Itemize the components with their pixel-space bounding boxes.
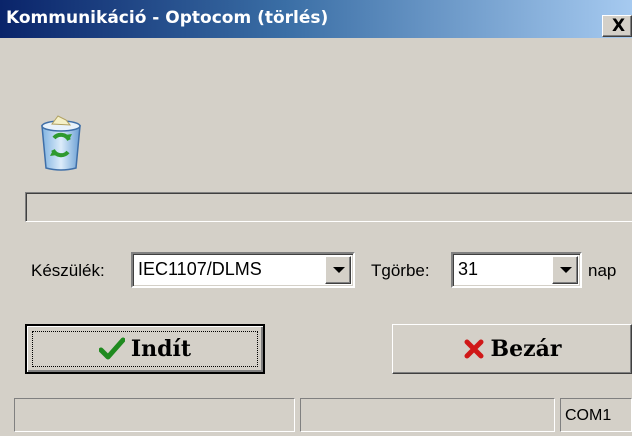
status-panel-port: COM1 [560,398,632,432]
window-title: Kommunikáció - Optocom (törlés) [6,8,329,28]
chevron-down-icon [333,267,345,273]
port-status: COM1 [565,407,612,424]
communication-dialog: Kommunikáció - Optocom (törlés) X Készül… [0,0,632,436]
start-button[interactable]: Indít [25,324,265,374]
progress-bar [25,192,632,222]
title-bar[interactable]: Kommunikáció - Optocom (törlés) X [0,0,632,38]
status-panel-1 [14,398,295,432]
device-select-value: IEC1107/DLMS [138,259,262,279]
start-button-label: Indít [130,336,192,362]
days-unit-label: nap [588,261,617,280]
device-select[interactable]: IEC1107/DLMS [131,252,355,288]
close-icon: X [612,16,626,36]
red-x-icon [464,339,484,359]
curve-select-value: 31 [458,259,479,279]
close-window-button[interactable]: X [602,15,632,37]
curve-dropdown-button[interactable] [552,256,578,284]
device-dropdown-button[interactable] [325,256,351,284]
device-label: Készülék: [31,261,105,280]
recycle-bin-icon [41,115,81,171]
close-button-label: Bezár [490,336,562,362]
curve-label: Tgörbe: [371,261,430,280]
checkmark-icon [98,337,125,360]
curve-select[interactable]: 31 [451,252,582,288]
chevron-down-icon [560,267,572,273]
close-button[interactable]: Bezár [392,324,632,374]
status-panel-2 [300,398,555,432]
